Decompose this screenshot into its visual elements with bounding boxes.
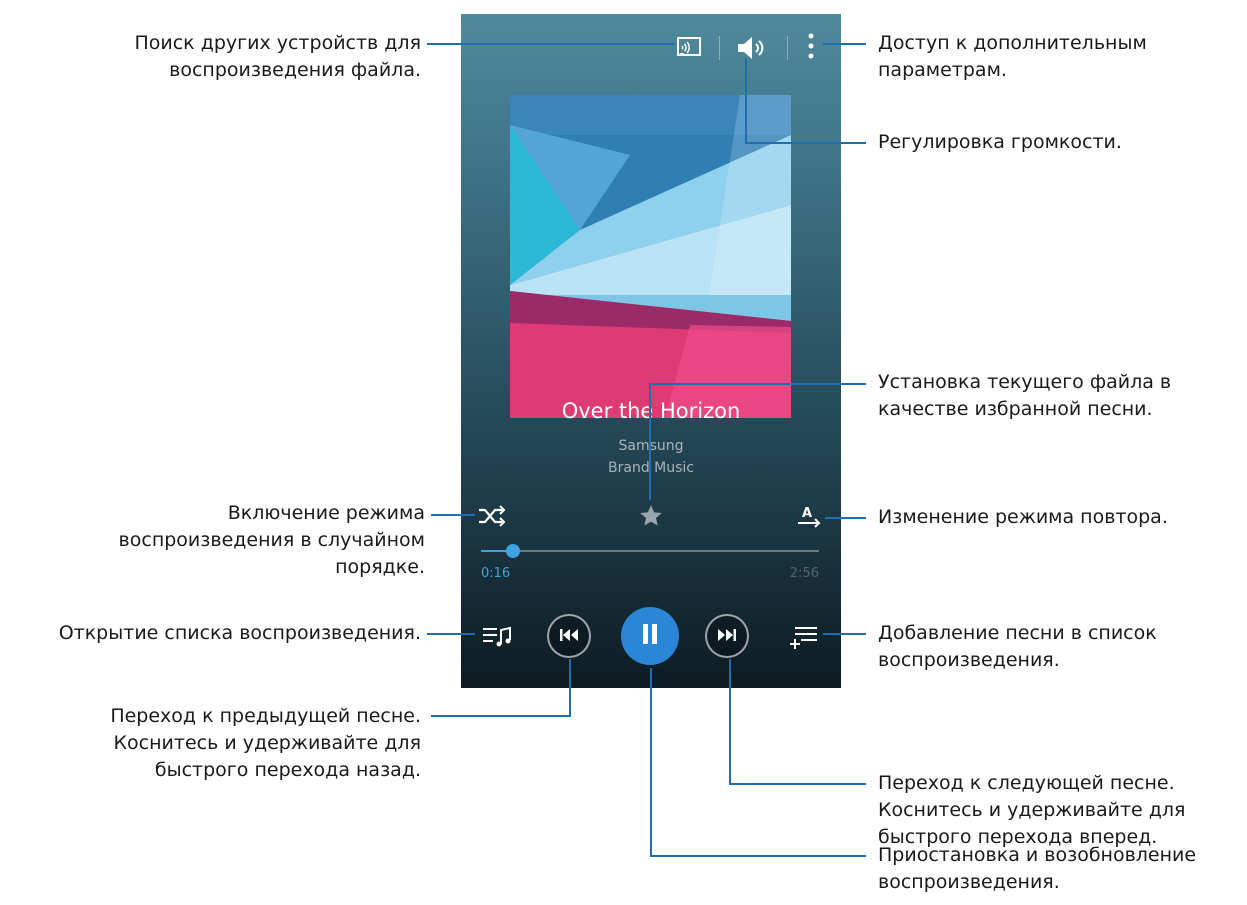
annotation-playlist: Открытие списка воспроизведения. (58, 622, 421, 644)
annotation-search-devices: Поиск других устройств для воспроизведен… (134, 32, 421, 81)
annotation-volume: Регулировка громкости. (878, 131, 1122, 153)
annotation-more-options: Доступ к дополнительным параметрам. (878, 32, 1147, 81)
annotation-previous: Переход к предыдущей песне. Коснитесь и … (110, 705, 421, 781)
annotation-next: Переход к следующей песне. Коснитесь и у… (878, 772, 1186, 848)
annotation-shuffle: Включение режима воспроизведения в случа… (118, 502, 425, 578)
annotation-repeat: Изменение режима повтора. (878, 506, 1168, 528)
annotation-add-to-playlist: Добавление песни в список воспроизведени… (878, 622, 1157, 671)
annotation-pause: Приостановка и возобновление воспроизвед… (878, 844, 1197, 893)
annotation-favourite: Установка текущего файла в качестве избр… (878, 371, 1172, 420)
